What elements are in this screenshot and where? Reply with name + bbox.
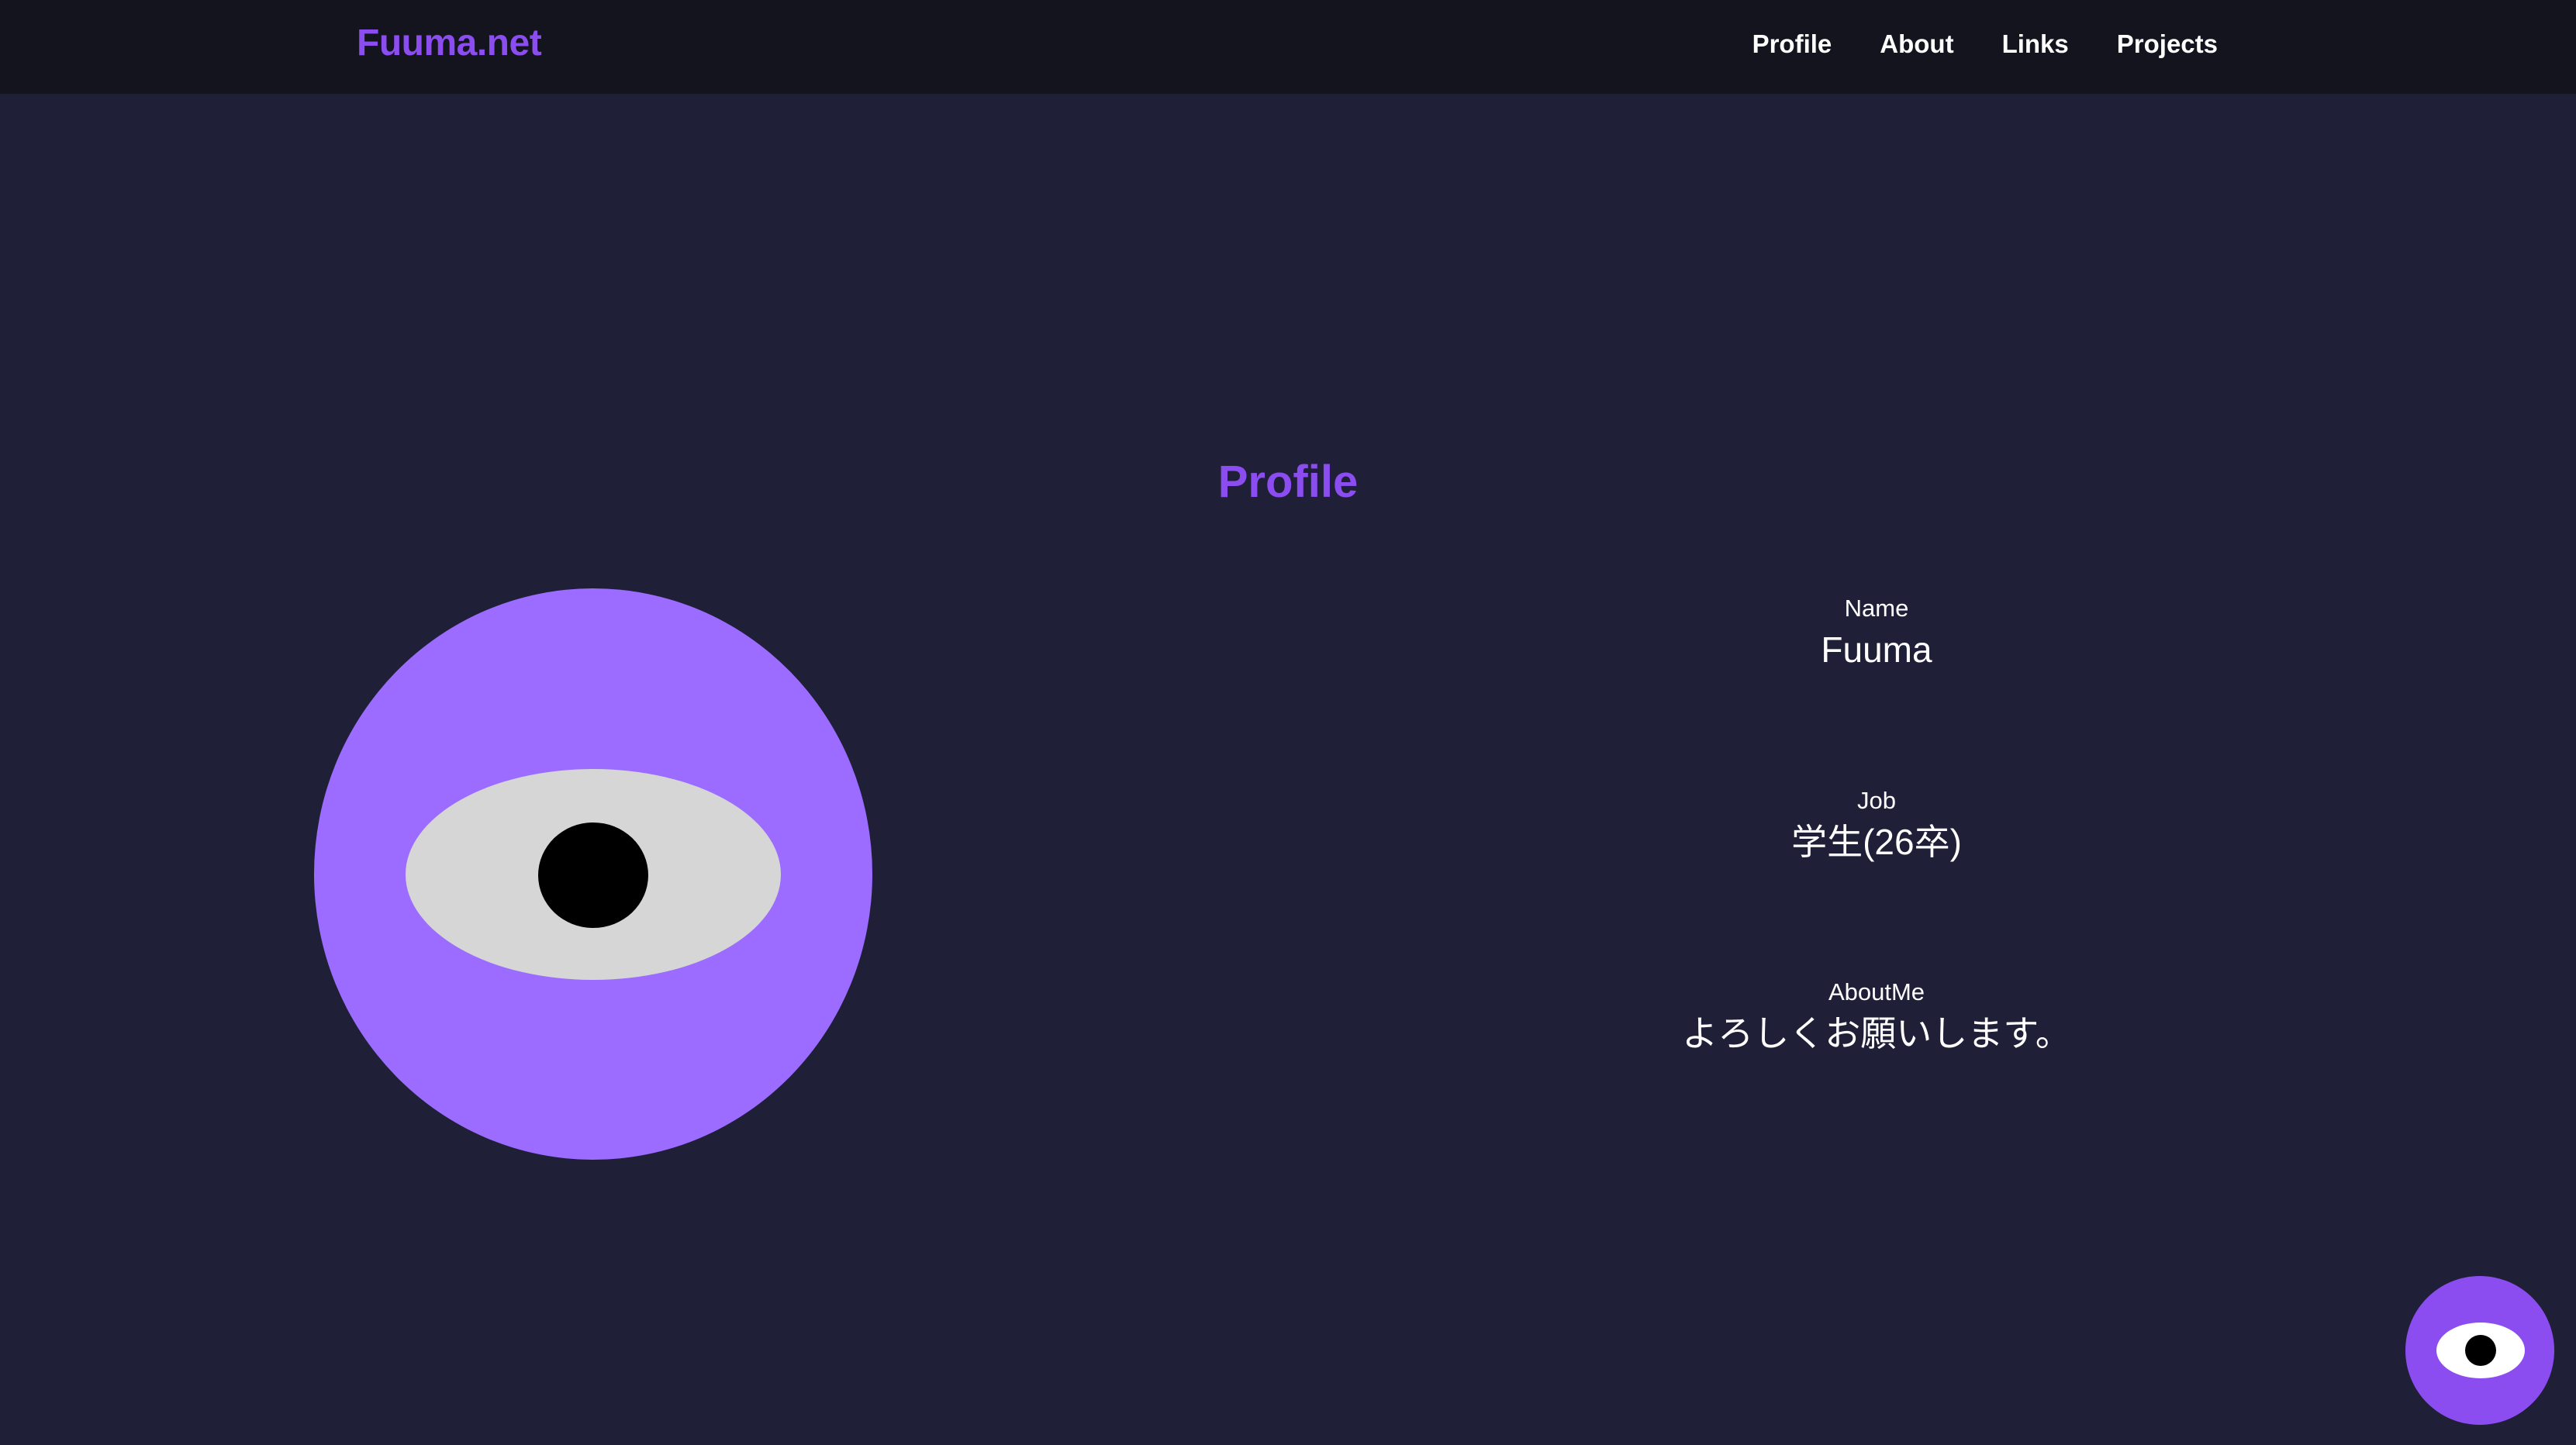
floating-eye-button[interactable] (2405, 1276, 2554, 1425)
field-label: Name (1844, 595, 1909, 622)
site-logo-link[interactable]: Fuuma.net (357, 22, 542, 64)
field-value: Fuuma (1821, 629, 1932, 671)
field-value: よろしくお願いします。 (1682, 1013, 2071, 1054)
profile-field-job: Job 学生(26卒) (1489, 786, 2264, 866)
eye-pupil-icon (2465, 1335, 2496, 1366)
field-label: AboutMe (1828, 978, 1925, 1005)
eye-avatar (314, 588, 872, 1160)
profile-section-title: Profile (1217, 457, 1359, 507)
profile-field-name: Name Fuuma (1489, 594, 2264, 674)
nav-link-projects[interactable]: Projects (2117, 29, 2218, 59)
nav-link-about[interactable]: About (1880, 29, 1953, 59)
field-label: Job (1857, 787, 1896, 814)
nav-link-links[interactable]: Links (2002, 29, 2069, 59)
profile-field-aboutme: AboutMe よろしくお願いします。 (1489, 978, 2264, 1057)
field-value: 学生(26卒) (1791, 822, 1962, 863)
page: Fuuma.net Profile About Links Projects P… (0, 0, 2576, 1445)
nav-link-profile[interactable]: Profile (1752, 29, 1832, 59)
site-header: Fuuma.net Profile About Links Projects (0, 0, 2576, 94)
avatar-eye-pupil (538, 823, 648, 928)
main-nav: Profile About Links Projects (1752, 29, 2218, 59)
